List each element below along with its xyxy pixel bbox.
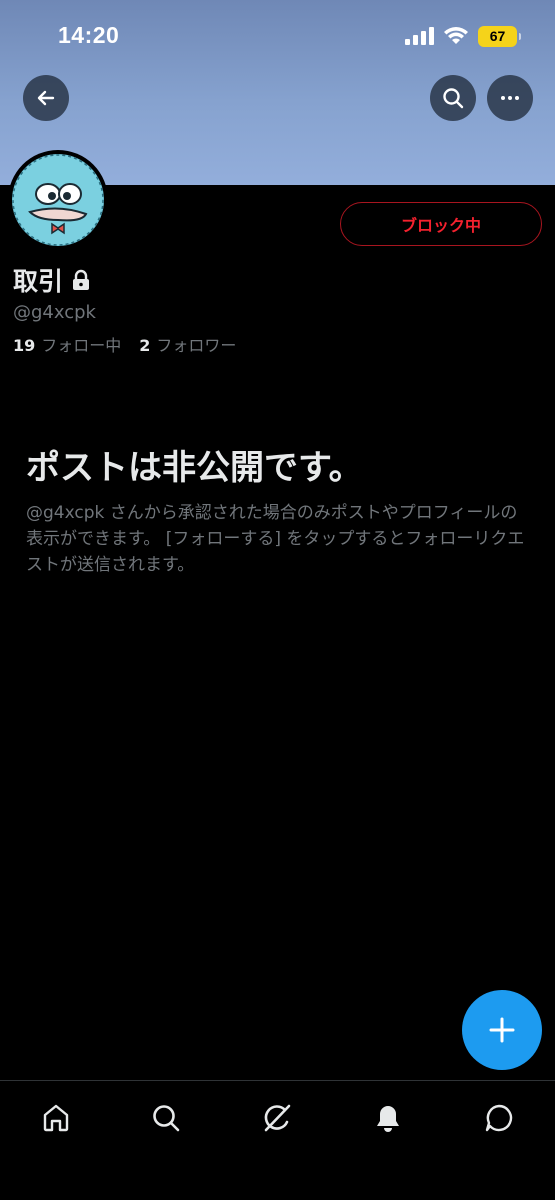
- plus-icon: [489, 1017, 515, 1043]
- profile-handle: @g4xcpk: [13, 302, 96, 323]
- follow-stats: 19 フォロー中 2 フォロワー: [13, 332, 254, 356]
- followers-count: 2: [139, 336, 151, 355]
- blocked-button[interactable]: ブロック中: [340, 202, 542, 246]
- notifications-icon: [377, 1106, 399, 1132]
- nav-notifications[interactable]: [368, 1098, 408, 1138]
- lock-icon: [73, 269, 90, 290]
- followers-label: フォロワー: [156, 336, 237, 355]
- private-posts-title: ポストは非公開です。: [26, 448, 363, 488]
- nav-search[interactable]: [146, 1098, 186, 1138]
- more-options-button[interactable]: [487, 75, 533, 121]
- following-label: フォロー中: [41, 336, 122, 355]
- avatar-image: [12, 154, 104, 246]
- nav-home[interactable]: [36, 1098, 76, 1138]
- followers-link[interactable]: 2 フォロワー: [139, 332, 236, 356]
- home-icon: [43, 1104, 69, 1132]
- messages-icon: [485, 1104, 513, 1132]
- private-posts-description: @g4xcpk さんから承認された場合のみポストやプロフィールの表示ができます。…: [26, 503, 525, 575]
- cellular-signal-icon: [405, 27, 434, 45]
- display-name-text: 取引: [13, 267, 64, 296]
- more-dots-icon: [501, 96, 519, 100]
- following-link[interactable]: 19 フォロー中: [13, 332, 121, 356]
- nav-grok[interactable]: [257, 1098, 297, 1138]
- arrow-left-icon: [37, 90, 55, 106]
- search-icon: [443, 88, 464, 109]
- profile-avatar[interactable]: [8, 150, 108, 250]
- following-count: 19: [13, 336, 36, 355]
- wifi-icon: [444, 27, 468, 44]
- blocked-button-label: ブロック中: [400, 216, 481, 235]
- battery-indicator: 67: [478, 26, 521, 47]
- nav-messages[interactable]: [479, 1098, 519, 1138]
- back-button[interactable]: [23, 75, 69, 121]
- search-icon: [153, 1105, 180, 1132]
- profile-display-name: 取引: [13, 262, 91, 298]
- compose-post-button[interactable]: [462, 990, 542, 1070]
- grok-icon: [264, 1104, 291, 1132]
- status-time: 14:20: [58, 22, 120, 48]
- search-button[interactable]: [430, 75, 476, 121]
